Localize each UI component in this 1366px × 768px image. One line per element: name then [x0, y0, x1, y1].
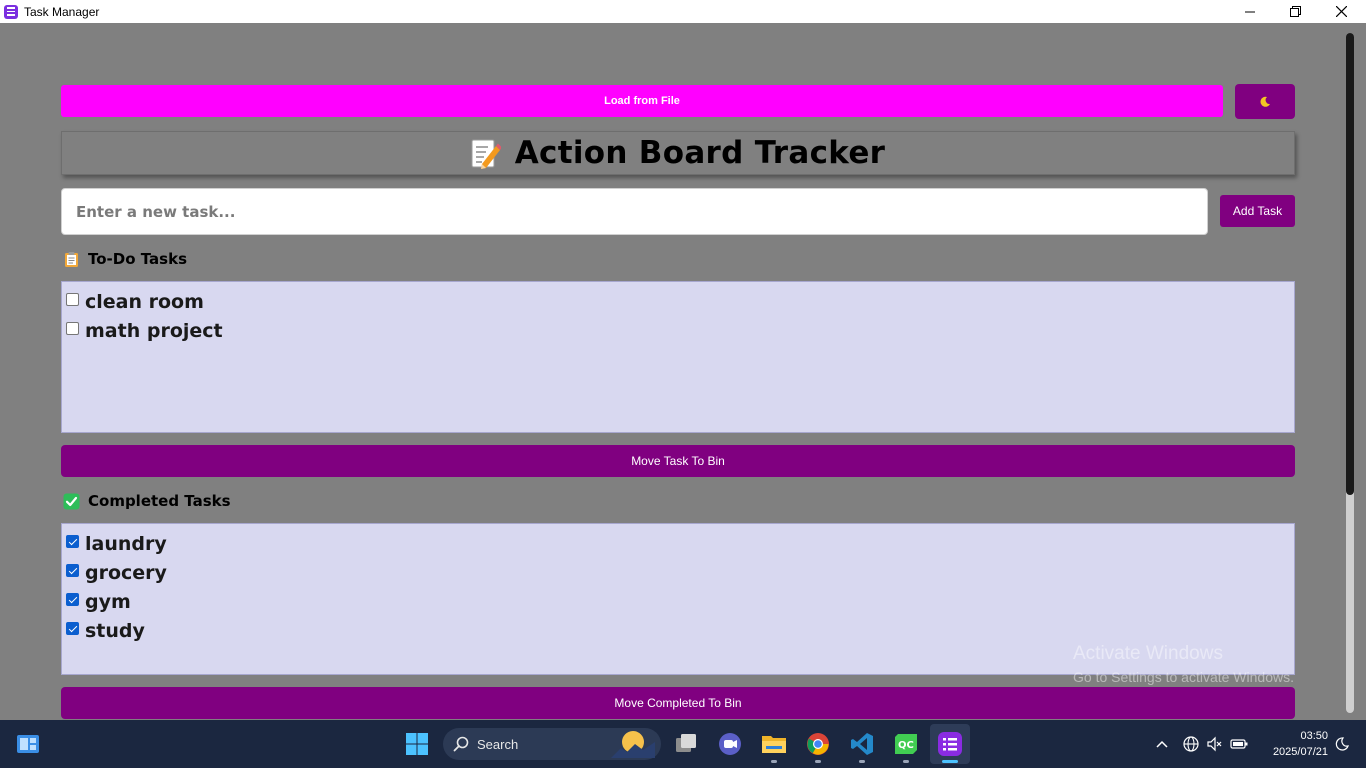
close-button[interactable] — [1318, 0, 1364, 23]
svg-text:QC: QC — [898, 740, 914, 751]
task-checkbox[interactable] — [66, 322, 79, 335]
scrollbar-thumb[interactable] — [1346, 33, 1354, 495]
task-text: study — [85, 619, 145, 642]
check-mark-icon — [63, 493, 80, 509]
minimize-icon — [1245, 11, 1255, 12]
close-icon — [1335, 6, 1347, 17]
theme-toggle-button[interactable] — [1235, 84, 1295, 119]
load-from-file-button[interactable]: Load from File — [61, 85, 1223, 117]
chrome-button[interactable] — [798, 724, 838, 764]
page-header: Action Board Tracker — [61, 131, 1295, 175]
active-indicator — [942, 760, 958, 763]
running-indicator — [903, 760, 909, 763]
taskbar-search[interactable]: Search — [443, 728, 661, 760]
add-task-button[interactable]: Add Task — [1220, 195, 1295, 227]
qt-creator-icon: QC — [895, 734, 917, 754]
start-button[interactable] — [397, 724, 437, 764]
list-item[interactable]: gym — [62, 587, 1294, 616]
task-text: laundry — [85, 532, 167, 555]
clock-time: 03:50 — [1300, 730, 1328, 742]
running-indicator — [859, 760, 865, 763]
widgets-icon — [17, 735, 39, 753]
app-icon — [4, 4, 18, 19]
volume-muted-icon — [1207, 736, 1222, 752]
task-checkbox[interactable] — [66, 535, 79, 548]
battery-charging-icon — [1230, 739, 1248, 749]
widgets-button[interactable] — [8, 724, 48, 764]
moon-icon — [1260, 96, 1270, 107]
task-view-button[interactable] — [666, 724, 706, 764]
vscode-icon — [851, 733, 873, 755]
completed-section-label: Completed Tasks — [63, 492, 231, 510]
restore-icon — [1289, 6, 1301, 17]
chevron-up-icon — [1156, 740, 1168, 748]
activate-windows-watermark: Activate Windows Go to Settings to activ… — [1073, 643, 1294, 685]
title-bar: Task Manager — [0, 0, 1366, 23]
qt-creator-button[interactable]: QC — [886, 724, 926, 764]
running-indicator — [815, 760, 821, 763]
volume-button[interactable] — [1204, 724, 1226, 764]
search-highlight-moon-icon — [611, 731, 655, 758]
chrome-icon — [807, 733, 829, 755]
todo-task-list: clean room math project — [61, 281, 1295, 433]
page-title: Action Board Tracker — [514, 135, 886, 171]
clock-date: 2025/07/21 — [1272, 746, 1328, 758]
show-hidden-icons-button[interactable] — [1152, 724, 1172, 764]
move-task-to-bin-button[interactable]: Move Task To Bin — [61, 445, 1295, 477]
list-item[interactable]: clean room — [62, 287, 1294, 316]
task-checkbox[interactable] — [66, 293, 79, 306]
task-manager-taskbar-button[interactable] — [930, 724, 970, 764]
task-text: gym — [85, 590, 131, 613]
folder-icon — [762, 736, 786, 753]
taskbar: Search QC 03:50 2025/07/21 — [0, 720, 1366, 768]
watermark-subtitle: Go to Settings to activate Windows. — [1073, 669, 1294, 685]
task-text: clean room — [85, 290, 204, 313]
app-client: Load from File Action Board Tracker Add … — [0, 23, 1366, 720]
list-item[interactable]: math project — [62, 316, 1294, 345]
list-item[interactable]: grocery — [62, 558, 1294, 587]
new-task-input[interactable] — [61, 188, 1208, 235]
todo-section-title: To-Do Tasks — [88, 250, 188, 268]
network-button[interactable] — [1180, 724, 1202, 764]
globe-icon — [1183, 736, 1199, 752]
list-item[interactable]: laundry — [62, 529, 1294, 558]
task-checkbox[interactable] — [66, 622, 79, 635]
video-chat-icon — [719, 733, 741, 755]
task-checkbox[interactable] — [66, 593, 79, 606]
taskbar-clock[interactable]: 03:50 2025/07/21 — [1256, 728, 1328, 760]
clipboard-icon — [65, 251, 78, 267]
moon-notification-icon — [1335, 737, 1349, 751]
memo-icon — [471, 137, 502, 169]
maximize-button[interactable] — [1272, 0, 1318, 23]
vertical-scrollbar[interactable] — [1343, 33, 1357, 713]
teams-chat-button[interactable] — [710, 724, 750, 764]
task-text: grocery — [85, 561, 167, 584]
do-not-disturb-button[interactable] — [1330, 724, 1354, 764]
move-completed-to-bin-button[interactable]: Move Completed To Bin — [61, 687, 1295, 719]
task-checkbox[interactable] — [66, 564, 79, 577]
file-explorer-button[interactable] — [754, 724, 794, 764]
task-list-icon — [938, 732, 962, 756]
minimize-button[interactable] — [1227, 0, 1273, 23]
vscode-button[interactable] — [842, 724, 882, 764]
watermark-title: Activate Windows — [1073, 643, 1223, 664]
running-indicator — [771, 760, 777, 763]
list-item[interactable]: study — [62, 616, 1294, 645]
window-title: Task Manager — [24, 4, 100, 19]
search-icon — [453, 736, 469, 752]
windows-start-icon — [406, 733, 428, 755]
todo-section-label: To-Do Tasks — [63, 250, 187, 268]
completed-section-title: Completed Tasks — [88, 492, 231, 510]
battery-button[interactable] — [1228, 724, 1250, 764]
task-text: math project — [85, 319, 223, 342]
search-label: Search — [477, 736, 519, 752]
task-view-icon — [676, 734, 696, 752]
